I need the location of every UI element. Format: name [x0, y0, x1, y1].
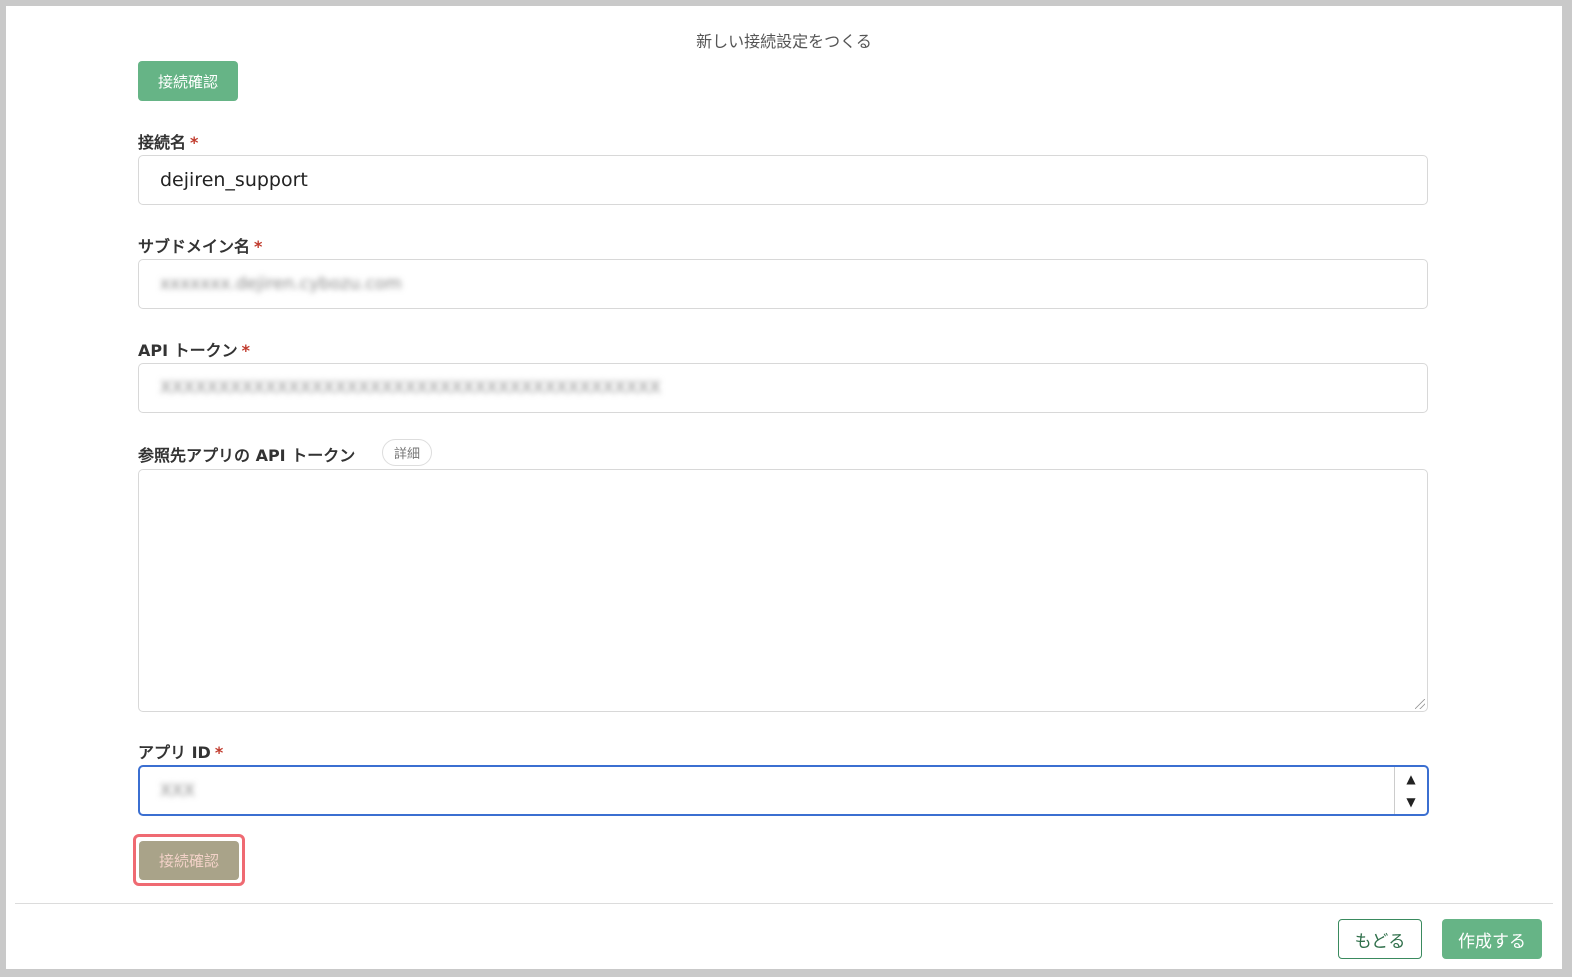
connection-name-label-row: 接続名 *	[138, 129, 198, 153]
api-token-label: API トークン	[138, 341, 238, 360]
app-id-label: アプリ ID	[138, 743, 211, 762]
required-mark: *	[241, 341, 251, 360]
create-button[interactable]: 作成する	[1442, 919, 1542, 959]
dialog-title: 新しい接続設定をつくる	[696, 32, 872, 51]
spinner-up-icon[interactable]: ▲	[1406, 772, 1415, 786]
connect-check-button-top[interactable]: 接続確認	[138, 61, 238, 101]
dialog: 新しい接続設定をつくる 接続確認 接続名 * dejiren_support サブ…	[6, 6, 1562, 969]
subdomain-label: サブドメイン名	[138, 237, 251, 256]
required-mark: *	[214, 743, 224, 762]
app-id-value: XXX	[160, 780, 195, 801]
app-id-input[interactable]: XXX ▲ ▼	[138, 765, 1429, 816]
app-id-label-row: アプリ ID *	[138, 739, 223, 763]
required-mark: *	[190, 133, 199, 152]
connection-name-input[interactable]: dejiren_support	[138, 155, 1428, 205]
number-spinner[interactable]: ▲ ▼	[1394, 767, 1427, 814]
connect-check-button-bottom[interactable]: 接続確認	[139, 841, 239, 880]
api-token-value: XXXXXXXXXXXXXXXXXXXXXXXXXXXXXXXXXXXXXXXX…	[160, 378, 661, 398]
connection-name-value: dejiren_support	[160, 169, 308, 191]
spinner-down-icon[interactable]: ▼	[1406, 795, 1415, 809]
subdomain-value: xxxxxxx.dejiren.cybozu.com	[160, 274, 402, 294]
back-button[interactable]: もどる	[1338, 919, 1422, 959]
subdomain-input[interactable]: xxxxxxx.dejiren.cybozu.com	[138, 259, 1428, 309]
required-mark: *	[254, 237, 263, 256]
footer-divider	[15, 903, 1553, 904]
subdomain-label-row: サブドメイン名 *	[138, 233, 262, 257]
api-token-label-row: API トークン *	[138, 337, 250, 361]
api-token-input[interactable]: XXXXXXXXXXXXXXXXXXXXXXXXXXXXXXXXXXXXXXXX…	[138, 363, 1428, 413]
detail-badge[interactable]: 詳細	[382, 439, 432, 466]
ref-api-token-textarea[interactable]	[138, 469, 1428, 712]
connection-name-label: 接続名	[138, 133, 187, 152]
ref-api-token-label: 参照先アプリの API トークン	[138, 446, 356, 465]
resize-handle-icon[interactable]	[1415, 699, 1425, 709]
